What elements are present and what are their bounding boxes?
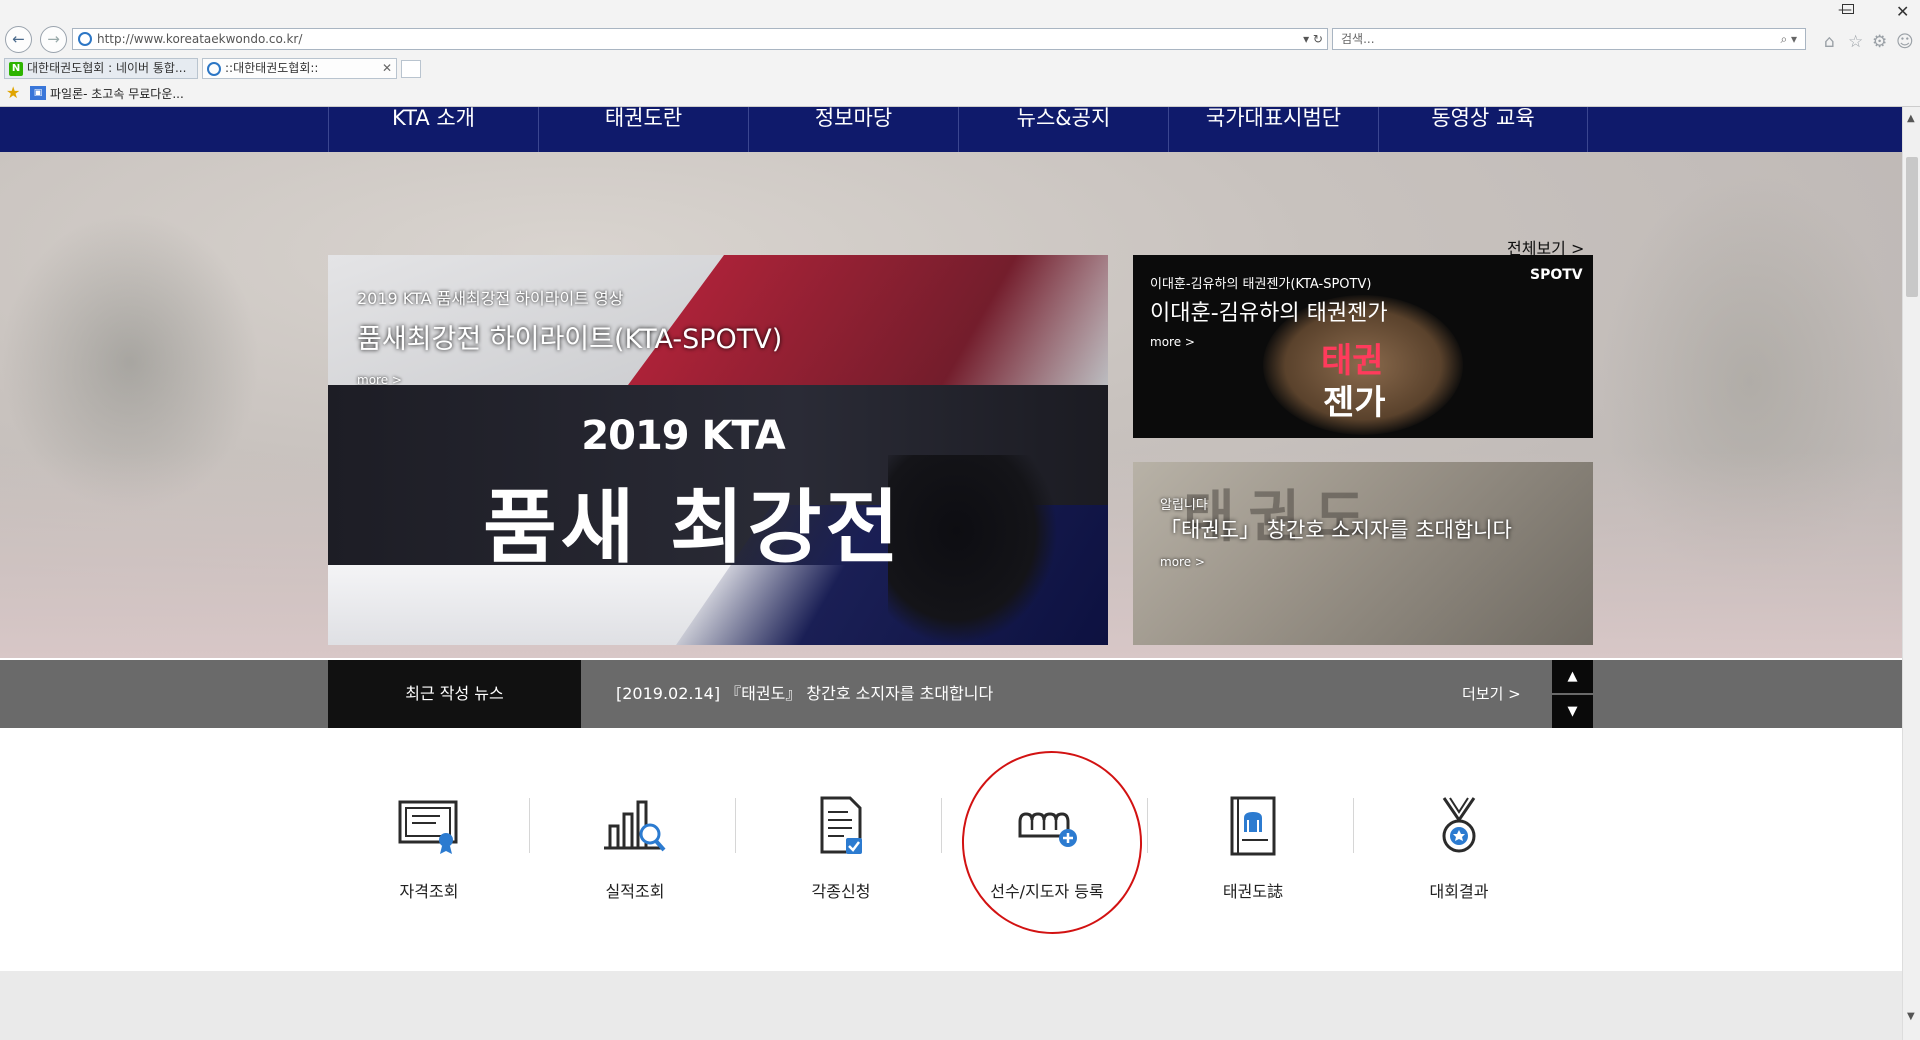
nav-item-kta-intro[interactable]: KTA 소개: [328, 107, 538, 152]
quick-item-label: 태권도誌: [1222, 882, 1284, 901]
side-banner-subtitle: 알립니다: [1160, 498, 1208, 513]
gear-icon[interactable]: ⚙: [1872, 32, 1887, 52]
news-next-button[interactable]: ▼: [1552, 695, 1593, 728]
forward-button[interactable]: →: [40, 26, 67, 53]
restore-icon[interactable]: [1842, 4, 1854, 14]
news-label: 최근 작성 뉴스: [328, 660, 581, 728]
side-banner-title: 「태권도」 창간호 소지자를 초대합니다: [1160, 518, 1512, 542]
side-banner-more-link[interactable]: more >: [1150, 335, 1195, 349]
quick-item-results[interactable]: 대회결과: [1356, 728, 1562, 971]
quick-menu: 자격조회 실적조회 각종신청 선수/지도자 등록 태권도誌 대회결과: [0, 728, 1902, 971]
naver-icon: N: [9, 62, 23, 76]
banner-title: 품새최강전 하이라이트(KTA-SPOTV): [357, 324, 783, 355]
news-prev-button[interactable]: ▲: [1552, 660, 1593, 693]
magazine-icon: [1230, 796, 1276, 856]
browser-chrome: — ✕ ← → http://www.koreataekwondo.co.kr/…: [0, 0, 1920, 107]
favorites-star-icon[interactable]: ★: [6, 83, 20, 102]
tab-naver[interactable]: N 대한태권도협회 : 네이버 통합...: [4, 58, 198, 79]
banner-graphic-headline: 품새 최강전: [483, 481, 903, 574]
side-banner-title: 이대훈-김유하의 태권젠가: [1150, 301, 1388, 326]
tab-kta[interactable]: ::대한태권도협회:: ✕: [202, 58, 397, 79]
side-banner-more-link[interactable]: more >: [1160, 555, 1205, 569]
address-bar[interactable]: http://www.koreataekwondo.co.kr/ ▾ ↻: [72, 28, 1328, 50]
divider: [735, 798, 736, 853]
favorites-bar: ★ ▣ 파일론- 초고속 무료다운...: [0, 81, 1920, 107]
scroll-down-icon[interactable]: ▼: [1907, 1011, 1915, 1022]
filon-icon: ▣: [30, 86, 46, 100]
main-banner[interactable]: 2019 KTA 품새 최강전 2019 KTA 품새최강전 하이라이트 영상 …: [328, 255, 1108, 645]
back-button[interactable]: ←: [5, 26, 32, 53]
address-row: ← → http://www.koreataekwondo.co.kr/ ▾ ↻…: [0, 22, 1920, 56]
banner-more-link[interactable]: more >: [357, 373, 402, 387]
side-banner-subtitle: 이대훈-김유하의 태권젠가(KTA-SPOTV): [1150, 277, 1372, 292]
quick-item-record[interactable]: 실적조회: [532, 728, 738, 971]
document-check-icon: [820, 796, 862, 854]
page-viewport: KTA 소개 태권도란 정보마당 뉴스&공지 국가대표시범단 동영상 교육 전체…: [0, 107, 1902, 1040]
spotv-logo: SPOTV: [1530, 267, 1583, 283]
favorites-star-icon[interactable]: ☆: [1848, 32, 1863, 52]
quick-item-label: 각종신청: [811, 882, 871, 901]
scroll-up-icon[interactable]: ▲: [1907, 113, 1915, 124]
ie-page-icon: [78, 32, 92, 46]
quick-item-label: 실적조회: [605, 882, 665, 901]
bar-chart-search-icon: [604, 800, 666, 852]
nav-item-info[interactable]: 정보마당: [748, 107, 958, 152]
divider: [529, 798, 530, 853]
main-nav: KTA 소개 태권도란 정보마당 뉴스&공지 국가대표시범단 동영상 교육: [0, 107, 1902, 152]
news-headline-link[interactable]: [2019.02.14] 『태권도』 창간호 소지자를 초대합니다: [616, 660, 993, 728]
vertical-scrollbar[interactable]: ▲ ▼: [1902, 107, 1920, 1040]
side-banner-magazine[interactable]: 태권도 알립니다 「태권도」 창간호 소지자를 초대합니다 more >: [1133, 462, 1593, 645]
search-placeholder: 검색...: [1341, 32, 1375, 46]
banner-graphic-title: 2019 KTA: [581, 413, 785, 459]
nav-item-demo-team[interactable]: 국가대표시범단: [1168, 107, 1378, 152]
smiley-icon[interactable]: ☺: [1896, 32, 1914, 52]
tab-label: ::대한태권도협회::: [225, 61, 319, 75]
nav-item-news[interactable]: 뉴스&공지: [958, 107, 1168, 152]
url-text: http://www.koreataekwondo.co.kr/: [97, 32, 303, 46]
new-tab-button[interactable]: [401, 60, 421, 78]
favorite-link[interactable]: ▣ 파일론- 초고속 무료다운...: [30, 85, 184, 102]
divider: [941, 798, 942, 853]
hero-section: 전체보기 > 2019 KTA 품새 최강전 2019 KTA 품새최강전 하이…: [0, 152, 1902, 658]
nav-item-video[interactable]: 동영상 교육: [1378, 107, 1588, 152]
news-more-link[interactable]: 더보기 >: [1462, 660, 1521, 728]
home-icon[interactable]: ⌂: [1824, 32, 1835, 52]
certificate-icon: [398, 800, 458, 854]
ie-page-icon: [207, 62, 221, 76]
tab-label: 대한태권도협회 : 네이버 통합...: [27, 61, 187, 75]
divider: [1353, 798, 1354, 853]
quick-item-label: 자격조회: [399, 882, 459, 901]
search-input[interactable]: 검색... ⌕ ▾: [1332, 28, 1806, 50]
quick-item-application[interactable]: 각종신청: [738, 728, 944, 971]
divider: [1147, 798, 1148, 853]
quick-item-magazine[interactable]: 태권도誌: [1150, 728, 1356, 971]
close-tab-icon[interactable]: ✕: [382, 59, 392, 78]
medal-icon: [1442, 797, 1476, 853]
close-window-icon[interactable]: ✕: [1896, 2, 1909, 21]
search-icon[interactable]: ⌕ ▾: [1780, 29, 1797, 49]
scroll-thumb[interactable]: [1906, 157, 1918, 297]
tab-row: N 대한태권도협회 : 네이버 통합... ::대한태권도협회:: ✕: [0, 56, 1920, 81]
side-banner-jenga[interactable]: 태권 젠가 SPOTV 이대훈-김유하의 태권젠가(KTA-SPOTV) 이대훈…: [1133, 255, 1593, 438]
quick-item-qualification[interactable]: 자격조회: [326, 728, 532, 971]
banner-subtitle: 2019 KTA 품새최강전 하이라이트 영상: [357, 289, 624, 308]
news-ticker: 최근 작성 뉴스 [2019.02.14] 『태권도』 창간호 소지자를 초대합…: [0, 660, 1902, 728]
footer-area: [0, 971, 1902, 1040]
nav-item-taekwondo[interactable]: 태권도란: [538, 107, 748, 152]
refresh-icon[interactable]: ▾ ↻: [1303, 29, 1323, 49]
favorite-label: 파일론- 초고속 무료다운...: [50, 87, 184, 101]
jenga-art-text: 젠가: [1323, 383, 1386, 423]
quick-item-label: 대회결과: [1429, 882, 1489, 901]
